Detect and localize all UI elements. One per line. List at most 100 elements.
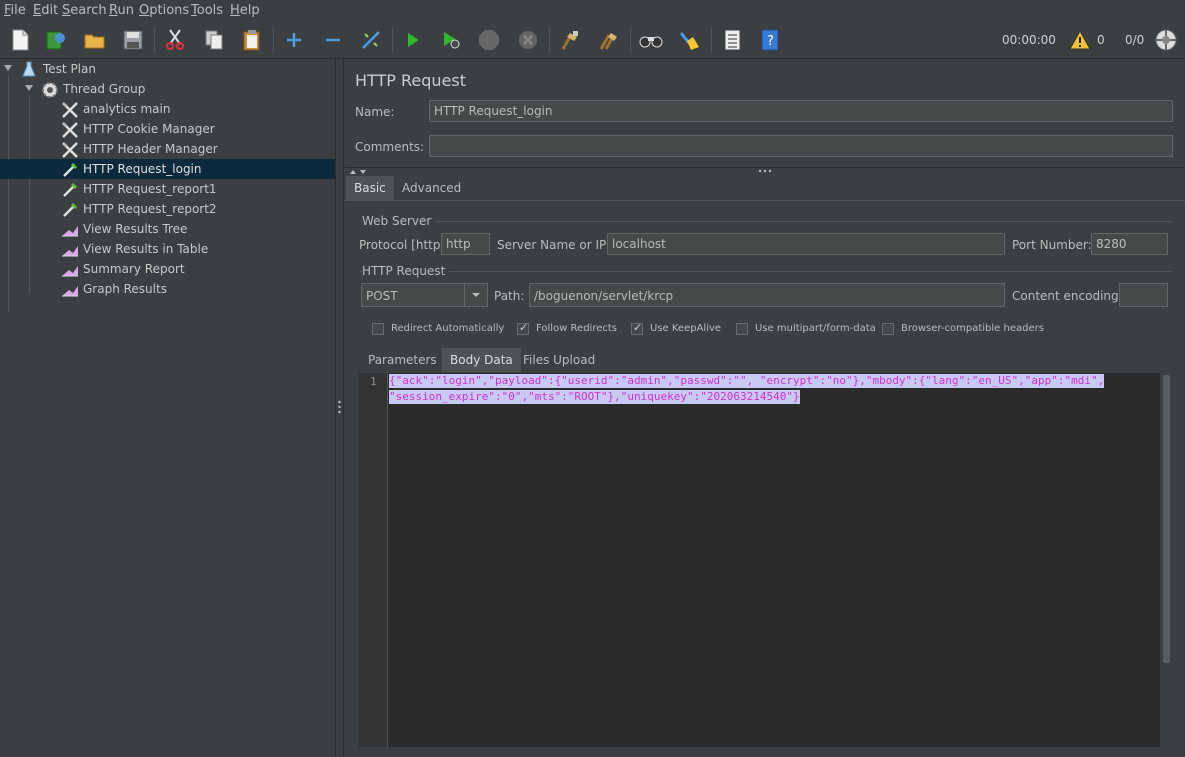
- menu-file[interactable]: File: [4, 3, 26, 18]
- expand-arrow-icon[interactable]: [4, 65, 12, 71]
- menu-help[interactable]: Help: [230, 3, 260, 18]
- tree-item-http-request-report1[interactable]: HTTP Request_report1: [0, 179, 335, 199]
- use-multipart-label: Use multipart/form-data: [755, 323, 876, 334]
- templates-icon[interactable]: [43, 27, 69, 53]
- clear-all-icon[interactable]: [596, 27, 622, 53]
- protocol-label: Protocol [http]:: [359, 238, 450, 252]
- tree-item-thread-group[interactable]: Thread Group: [0, 79, 335, 99]
- reset-search-icon[interactable]: [676, 27, 702, 53]
- function-helper-icon[interactable]: [719, 27, 745, 53]
- test-plan-tree: Test Plan Thread Group analytics main HT…: [0, 59, 335, 757]
- use-keepalive-checkbox[interactable]: [631, 321, 643, 335]
- body-data-editor[interactable]: 1 {"ack":"login","payload":{"userid":"ad…: [359, 373, 1160, 747]
- active-threads-count: 0/0: [1125, 33, 1145, 47]
- toggle-icon[interactable]: [358, 27, 384, 53]
- tree-item-view-results-in-table[interactable]: View Results in Table: [0, 239, 335, 259]
- menu-run[interactable]: Run: [109, 3, 134, 18]
- tree-item-http-request-report2[interactable]: HTTP Request_report2: [0, 199, 335, 219]
- tree-item-view-results-tree[interactable]: View Results Tree: [0, 219, 335, 239]
- menu-options[interactable]: Options: [139, 3, 189, 18]
- shutdown-icon[interactable]: [515, 27, 541, 53]
- body-data-line[interactable]: "session_expire":"0","mts":"ROOT"},"uniq…: [389, 390, 800, 404]
- collapse-icon[interactable]: [320, 27, 346, 53]
- panel-title: HTTP Request: [355, 71, 467, 90]
- http-request-group-label: HTTP Request: [362, 264, 450, 278]
- start-icon[interactable]: [400, 27, 426, 53]
- remote-status-icon[interactable]: [1153, 27, 1179, 53]
- sampler-icon: [61, 161, 79, 177]
- test-plan-icon: [21, 61, 39, 77]
- tree-item-summary-report[interactable]: Summary Report: [0, 259, 335, 279]
- browser-compatible-headers-label: Browser-compatible headers: [901, 323, 1044, 334]
- expand-icon[interactable]: [281, 27, 307, 53]
- name-label: Name:: [355, 105, 395, 119]
- sampler-icon: [61, 181, 79, 197]
- request-body-tabs: Parameters Body Data Files Upload: [360, 348, 1160, 372]
- tab-body-data[interactable]: Body Data: [442, 348, 521, 372]
- svg-text:?: ?: [767, 34, 774, 49]
- save-icon[interactable]: [120, 27, 146, 53]
- expand-arrow-icon[interactable]: [25, 85, 33, 91]
- method-select[interactable]: POST: [361, 283, 488, 307]
- tab-basic[interactable]: Basic: [346, 176, 394, 200]
- warning-count: 0: [1097, 33, 1105, 47]
- new-icon[interactable]: [7, 27, 33, 53]
- toolbar: ? 00:00:00 0 0/0: [0, 22, 1185, 59]
- redirect-automatically-checkbox[interactable]: [372, 323, 384, 335]
- tab-advanced[interactable]: Advanced: [394, 176, 469, 200]
- split-pane-divider[interactable]: [335, 59, 344, 757]
- config-element-icon: [61, 101, 79, 118]
- tab-parameters[interactable]: Parameters: [360, 348, 445, 372]
- menu-tools[interactable]: Tools: [191, 3, 223, 18]
- chevron-down-icon[interactable]: [464, 284, 487, 306]
- menu-edit[interactable]: Edit: [33, 3, 58, 18]
- comments-label: Comments:: [355, 140, 425, 154]
- help-icon[interactable]: ?: [757, 27, 783, 53]
- tree-item-test-plan[interactable]: Test Plan: [0, 59, 335, 79]
- tree-item-http-request-login[interactable]: HTTP Request_login: [0, 159, 335, 179]
- gear-icon: [41, 81, 59, 98]
- settings-tabs: Basic Advanced: [345, 176, 1185, 200]
- listener-icon: [61, 281, 79, 297]
- search-icon[interactable]: [638, 27, 664, 53]
- comments-input[interactable]: [429, 135, 1173, 157]
- copy-icon[interactable]: [201, 27, 227, 53]
- follow-redirects-checkbox[interactable]: [517, 321, 529, 335]
- menu-bar: File Edit Search Run Options Tools Help: [0, 0, 1185, 22]
- stop-icon[interactable]: [476, 27, 502, 53]
- paste-icon[interactable]: [239, 27, 265, 53]
- tree-item-http-cookie-manager[interactable]: HTTP Cookie Manager: [0, 119, 335, 139]
- use-keepalive-label: Use KeepAlive: [650, 323, 722, 334]
- name-input[interactable]: HTTP Request_login: [429, 100, 1173, 122]
- config-element-icon: [61, 121, 79, 138]
- method-value: POST: [366, 289, 398, 303]
- clear-icon[interactable]: [557, 27, 583, 53]
- drag-handle-icon[interactable]: [336, 399, 343, 415]
- sampler-icon: [61, 201, 79, 217]
- warning-icon[interactable]: [1068, 27, 1092, 53]
- tree-item-analytics-main[interactable]: analytics main: [0, 99, 335, 119]
- tab-files-upload[interactable]: Files Upload: [515, 348, 603, 372]
- menu-search[interactable]: Search: [62, 3, 107, 18]
- tree-item-graph-results[interactable]: Graph Results: [0, 279, 335, 299]
- path-input[interactable]: /boguenon/servlet/krcp: [529, 283, 1005, 307]
- elapsed-timer: 00:00:00: [1002, 33, 1056, 47]
- collapse-arrows-icon[interactable]: [349, 168, 373, 176]
- open-icon[interactable]: [82, 27, 108, 53]
- editor-scrollbar[interactable]: [1163, 375, 1170, 663]
- cut-icon[interactable]: [162, 27, 188, 53]
- browser-compatible-headers-checkbox[interactable]: [882, 323, 894, 335]
- collapse-divider[interactable]: [345, 167, 1185, 176]
- redirect-automatically-label: Redirect Automatically: [391, 323, 505, 334]
- body-data-line[interactable]: {"ack":"login","payload":{"userid":"admi…: [389, 374, 1105, 388]
- port-number-label: Port Number:: [1012, 238, 1092, 252]
- tree-item-http-header-manager[interactable]: HTTP Header Manager: [0, 139, 335, 159]
- divider-grip-icon[interactable]: [758, 168, 772, 174]
- use-multipart-checkbox[interactable]: [736, 323, 748, 335]
- content-encoding-label: Content encoding:: [1012, 289, 1123, 303]
- protocol-input[interactable]: http: [441, 233, 490, 255]
- port-number-input[interactable]: 8280: [1091, 233, 1168, 255]
- start-no-pause-icon[interactable]: [438, 27, 464, 53]
- content-encoding-input[interactable]: [1119, 283, 1168, 307]
- server-name-input[interactable]: localhost: [607, 233, 1005, 255]
